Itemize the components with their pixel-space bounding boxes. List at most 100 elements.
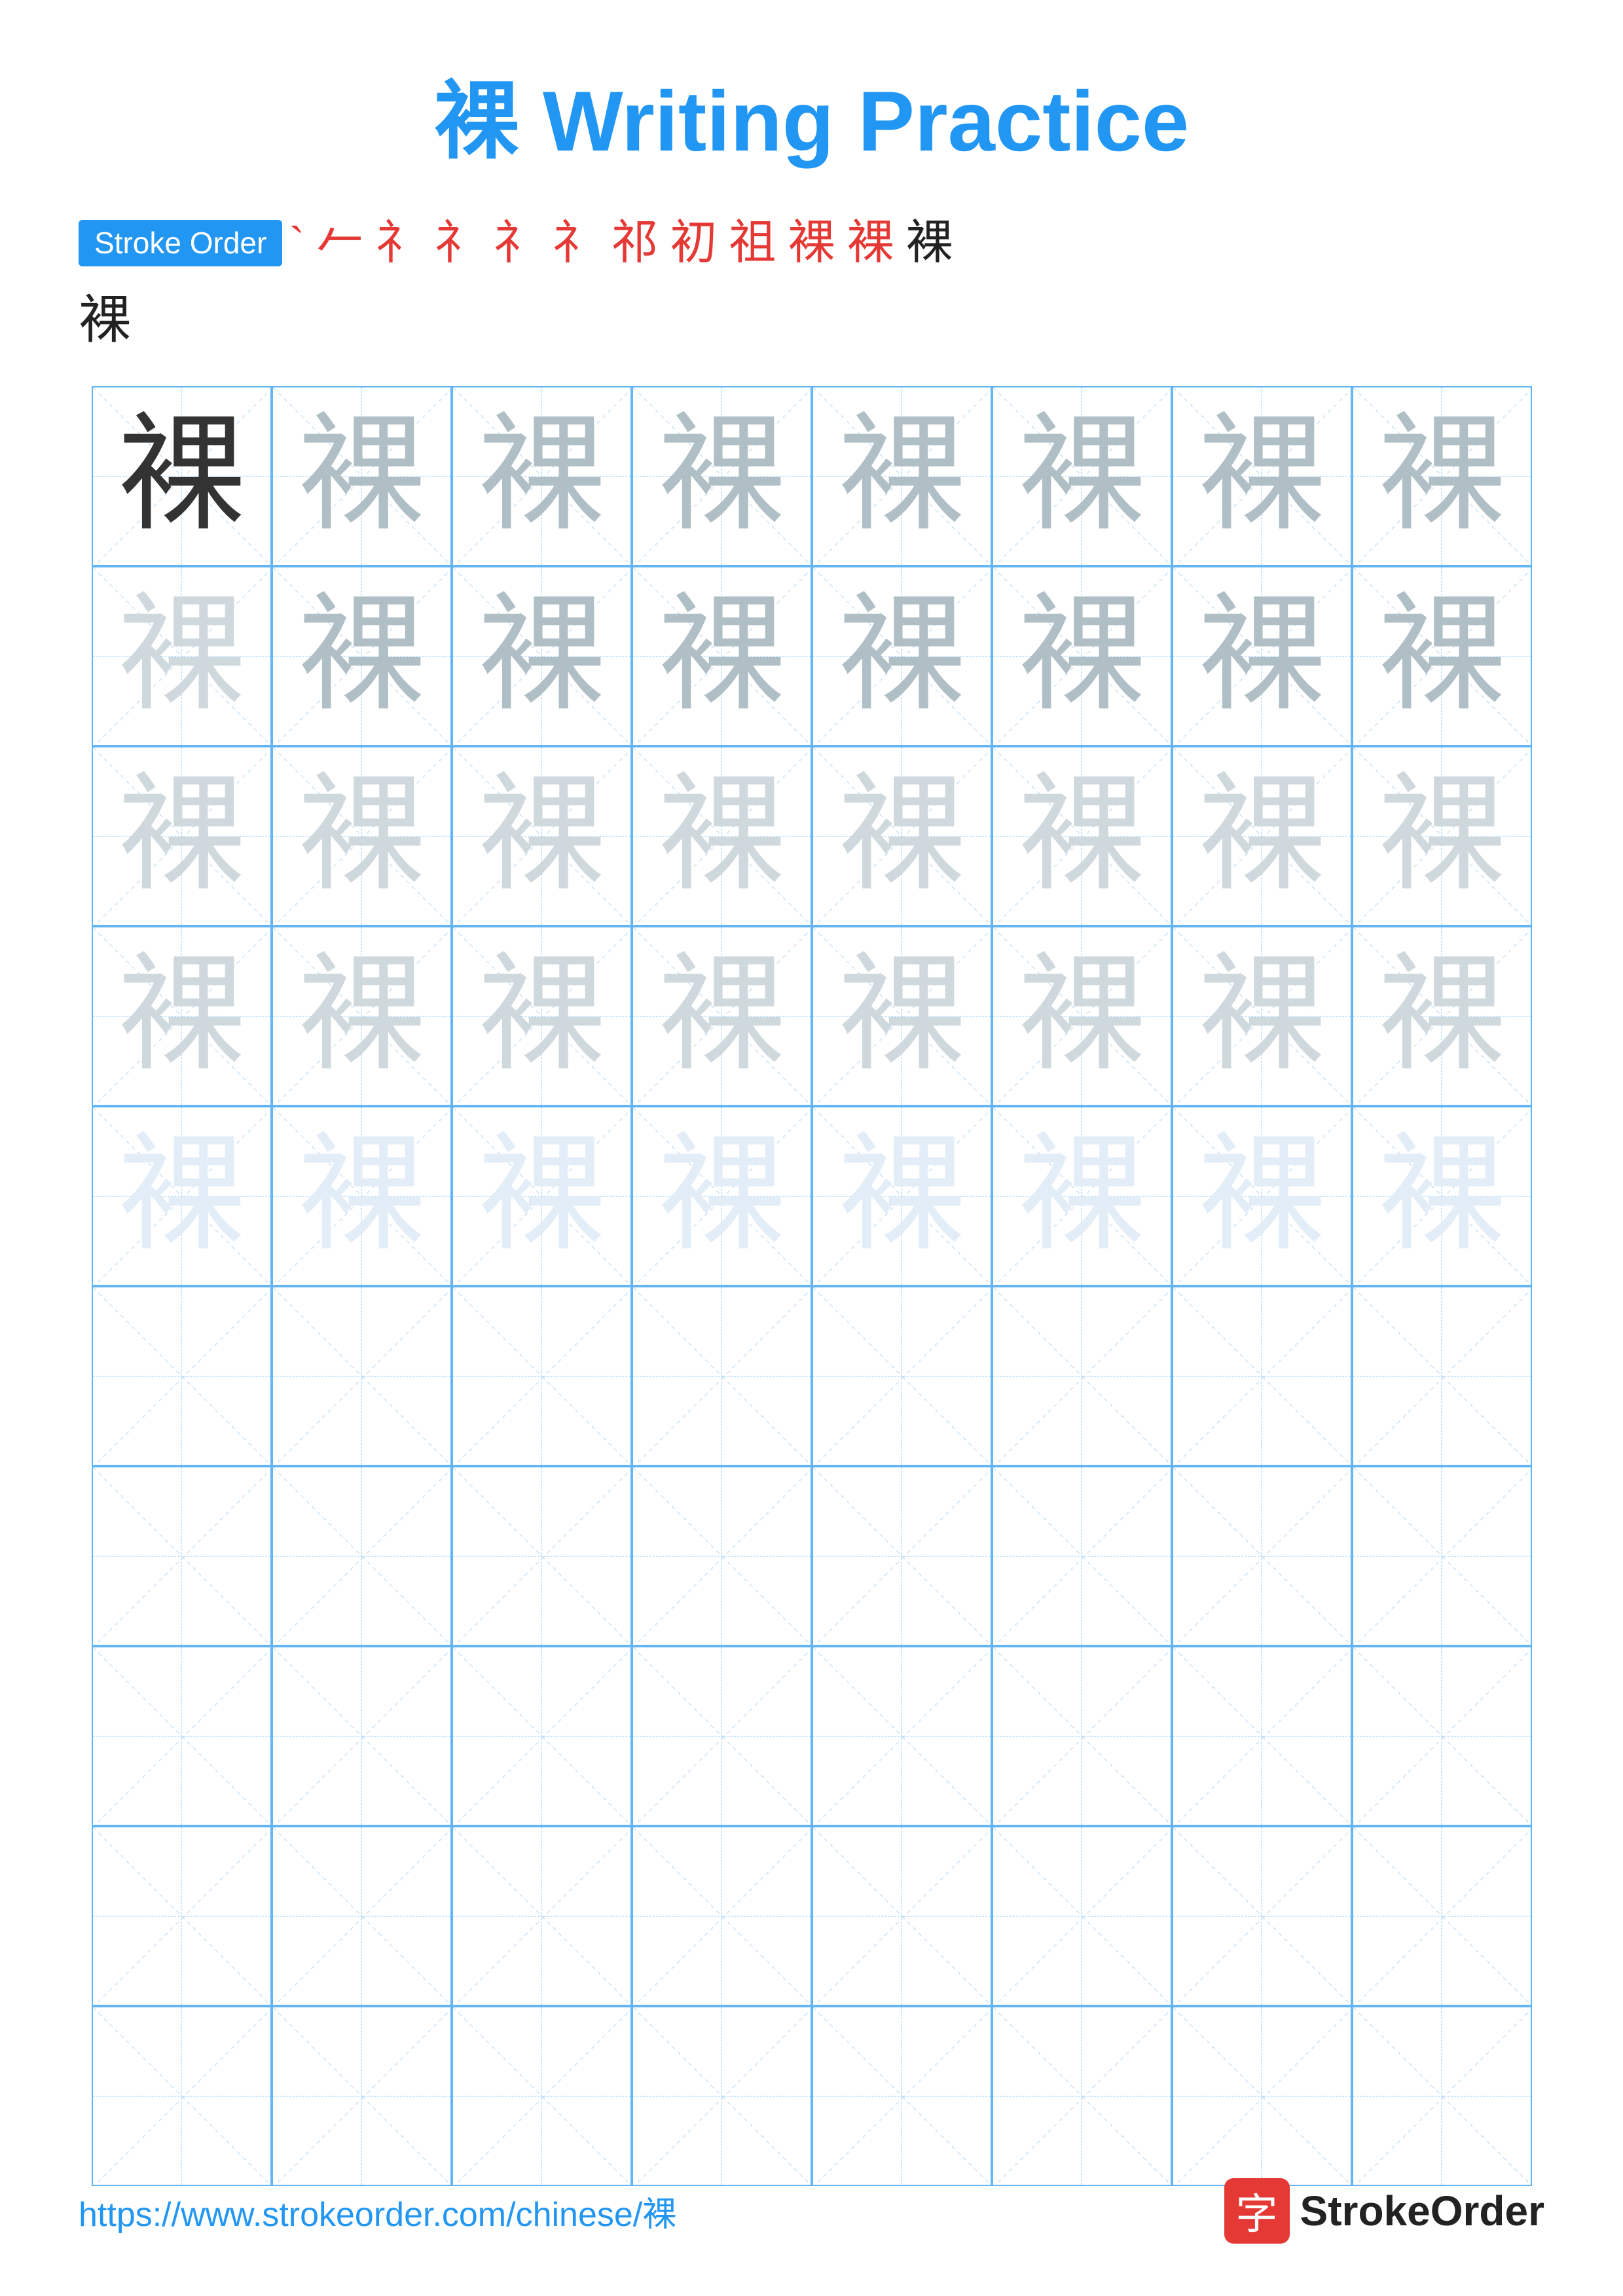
grid-cell-7-7[interactable] xyxy=(1172,1466,1352,1646)
page: 裸 Writing Practice Stroke Order ` 𠂉 礻 礻 … xyxy=(0,0,1623,2296)
grid-cell-5-2: 裸 xyxy=(272,1106,452,1286)
grid-cell-7-8[interactable] xyxy=(1352,1466,1532,1646)
grid-row-9 xyxy=(92,1826,1532,2006)
grid-cell-8-5[interactable] xyxy=(812,1646,992,1826)
grid-cell-2-6: 裸 xyxy=(992,566,1172,746)
grid-cell-3-4: 裸 xyxy=(632,746,812,926)
practice-char: 裸 xyxy=(118,412,246,540)
stroke-char-2: 𠂉 xyxy=(316,215,363,271)
grid-cell-9-4[interactable] xyxy=(632,1826,812,2006)
grid-cell-5-7: 裸 xyxy=(1172,1106,1352,1286)
grid-cell-1-6: 裸 xyxy=(992,386,1172,566)
grid-cell-10-4[interactable] xyxy=(632,2006,812,2186)
practice-char: 裸 xyxy=(658,412,786,540)
grid-row-10 xyxy=(92,2006,1532,2186)
practice-char: 裸 xyxy=(1018,772,1146,900)
grid-cell-2-1: 裸 xyxy=(92,566,272,746)
grid-cell-10-8[interactable] xyxy=(1352,2006,1532,2186)
grid-cell-2-2: 裸 xyxy=(272,566,452,746)
practice-char: 裸 xyxy=(1198,412,1326,540)
practice-char: 裸 xyxy=(118,952,246,1080)
grid-cell-5-1: 裸 xyxy=(92,1106,272,1286)
grid-cell-5-8: 裸 xyxy=(1352,1106,1532,1286)
practice-char: 裸 xyxy=(1198,952,1326,1080)
grid-cell-8-1[interactable] xyxy=(92,1646,272,1826)
grid-row-1: 裸 裸 裸 裸 裸 裸 裸 xyxy=(92,386,1532,566)
stroke-char-final: 裸 xyxy=(905,215,953,271)
grid-cell-3-5: 裸 xyxy=(812,746,992,926)
practice-char: 裸 xyxy=(118,772,246,900)
grid-cell-3-1: 裸 xyxy=(92,746,272,926)
grid-cell-7-5[interactable] xyxy=(812,1466,992,1646)
grid-cell-8-8[interactable] xyxy=(1352,1646,1532,1826)
grid-cell-2-5: 裸 xyxy=(812,566,992,746)
practice-char: 裸 xyxy=(1198,1132,1326,1260)
grid-cell-2-7: 裸 xyxy=(1172,566,1352,746)
grid-cell-10-6[interactable] xyxy=(992,2006,1172,2186)
grid-cell-10-5[interactable] xyxy=(812,2006,992,2186)
grid-cell-6-8[interactable] xyxy=(1352,1286,1532,1466)
stroke-order-row: Stroke Order ` 𠂉 礻 礻 礻 礻 祁 初 祖 裸 裸 裸 xyxy=(79,215,1544,271)
grid-cell-8-3[interactable] xyxy=(452,1646,632,1826)
grid-cell-7-1[interactable] xyxy=(92,1466,272,1646)
grid-row-6 xyxy=(92,1286,1532,1466)
footer: https://www.strokeorder.com/chinese/裸 字 … xyxy=(79,2178,1544,2244)
grid-cell-6-3[interactable] xyxy=(452,1286,632,1466)
grid-cell-6-5[interactable] xyxy=(812,1286,992,1466)
grid-row-5: 裸 裸 裸 裸 裸 裸 裸 xyxy=(92,1106,1532,1286)
grid-cell-9-6[interactable] xyxy=(992,1826,1172,2006)
practice-char: 裸 xyxy=(1018,1132,1146,1260)
practice-char: 裸 xyxy=(478,952,606,1080)
grid-cell-2-8: 裸 xyxy=(1352,566,1532,746)
grid-cell-6-1[interactable] xyxy=(92,1286,272,1466)
grid-cell-9-2[interactable] xyxy=(272,1826,452,2006)
stroke-char-5: 礻 xyxy=(493,215,540,271)
grid-cell-6-7[interactable] xyxy=(1172,1286,1352,1466)
practice-char: 裸 xyxy=(298,412,426,540)
grid-cell-9-5[interactable] xyxy=(812,1826,992,2006)
grid-cell-4-1: 裸 xyxy=(92,926,272,1106)
grid-cell-6-6[interactable] xyxy=(992,1286,1172,1466)
stroke-order-badge: Stroke Order xyxy=(79,220,282,266)
grid-cell-9-7[interactable] xyxy=(1172,1826,1352,2006)
grid-cell-9-1[interactable] xyxy=(92,1826,272,2006)
grid-cell-9-3[interactable] xyxy=(452,1826,632,2006)
grid-cell-10-7[interactable] xyxy=(1172,2006,1352,2186)
practice-char: 裸 xyxy=(1378,412,1506,540)
grid-row-4: 裸 裸 裸 裸 裸 裸 裸 xyxy=(92,926,1532,1106)
practice-char: 裸 xyxy=(298,592,426,720)
char-standalone: 裸 xyxy=(79,278,1544,353)
practice-char: 裸 xyxy=(1378,772,1506,900)
grid-cell-4-5: 裸 xyxy=(812,926,992,1106)
grid-cell-10-3[interactable] xyxy=(452,2006,632,2186)
grid-cell-10-2[interactable] xyxy=(272,2006,452,2186)
grid-cell-7-2[interactable] xyxy=(272,1466,452,1646)
grid-cell-8-6[interactable] xyxy=(992,1646,1172,1826)
grid-cell-7-6[interactable] xyxy=(992,1466,1172,1646)
grid-cell-1-4: 裸 xyxy=(632,386,812,566)
grid-cell-8-7[interactable] xyxy=(1172,1646,1352,1826)
stroke-chars: ` 𠂉 礻 礻 礻 礻 祁 初 祖 裸 裸 裸 xyxy=(289,215,953,271)
grid-cell-8-4[interactable] xyxy=(632,1646,812,1826)
footer-url[interactable]: https://www.strokeorder.com/chinese/裸 xyxy=(79,2187,676,2236)
grid-cell-10-1[interactable] xyxy=(92,2006,272,2186)
stroke-char-4: 礻 xyxy=(434,215,481,271)
practice-char: 裸 xyxy=(838,592,966,720)
grid-row-8 xyxy=(92,1646,1532,1826)
grid-cell-1-5: 裸 xyxy=(812,386,992,566)
grid-cell-6-4[interactable] xyxy=(632,1286,812,1466)
grid-cell-7-4[interactable] xyxy=(632,1466,812,1646)
practice-char: 裸 xyxy=(1018,592,1146,720)
stroke-order-section: Stroke Order ` 𠂉 礻 礻 礻 礻 祁 初 祖 裸 裸 裸 裸 xyxy=(79,215,1544,353)
grid-cell-6-2[interactable] xyxy=(272,1286,452,1466)
grid-cell-3-7: 裸 xyxy=(1172,746,1352,926)
grid-cell-8-2[interactable] xyxy=(272,1646,452,1826)
practice-char: 裸 xyxy=(838,772,966,900)
stroke-char-1: ` xyxy=(289,215,304,271)
grid-cell-9-8[interactable] xyxy=(1352,1826,1532,2006)
practice-grid-container: 裸 裸 裸 裸 裸 裸 裸 xyxy=(92,386,1532,2186)
grid-cell-4-3: 裸 xyxy=(452,926,632,1106)
grid-cell-7-3[interactable] xyxy=(452,1466,632,1646)
grid-cell-1-3: 裸 xyxy=(452,386,632,566)
stroke-char-9: 祖 xyxy=(729,215,776,271)
